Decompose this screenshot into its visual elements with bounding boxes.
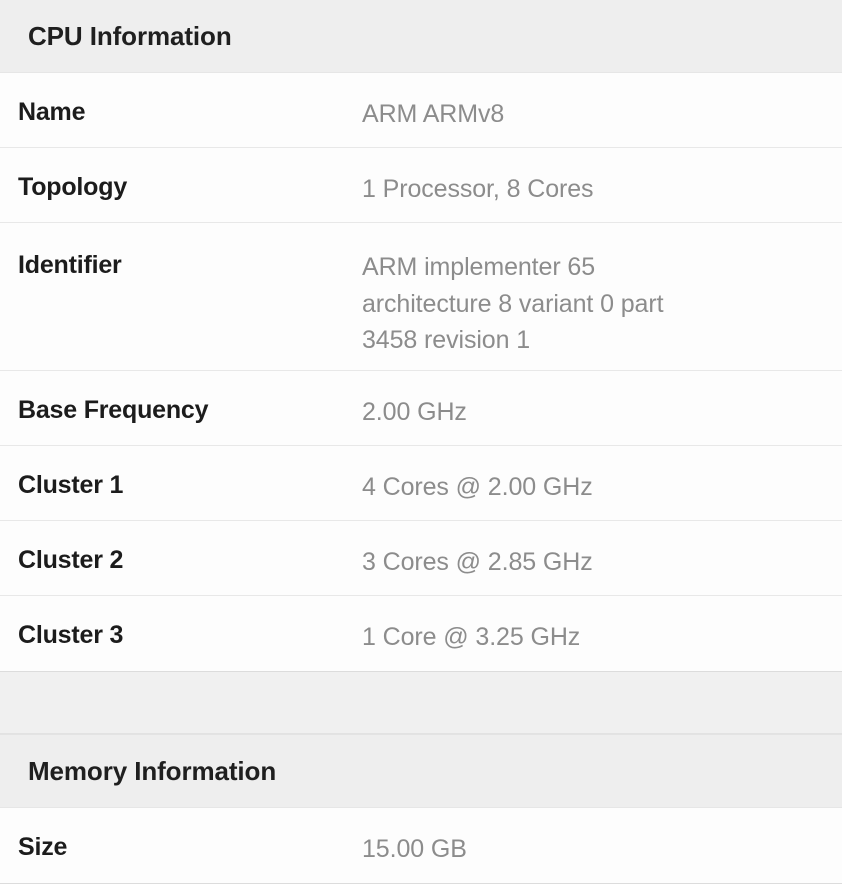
row-label: Cluster 1 [18, 446, 362, 501]
section-separator [0, 672, 842, 734]
row-value: 1 Processor, 8 Cores [362, 148, 830, 208]
row-value: ARM ARMv8 [362, 73, 830, 133]
row-label: Cluster 2 [18, 521, 362, 576]
row-label: Cluster 3 [18, 596, 362, 651]
row-label: Identifier [18, 223, 362, 281]
row-value: 15.00 GB [362, 808, 830, 868]
table-row: Identifier ARM implementer 65 architectu… [0, 223, 842, 371]
table-row: Size 15.00 GB [0, 808, 842, 883]
row-value: ARM implementer 65 architecture 8 varian… [362, 223, 830, 359]
section-title: Memory Information [28, 758, 276, 784]
section-rows-memory-information: Size 15.00 GB [0, 808, 842, 883]
section-rows-cpu-information: Name ARM ARMv8 Topology 1 Processor, 8 C… [0, 73, 842, 671]
section-title: CPU Information [28, 23, 232, 49]
system-information-page: CPU Information Name ARM ARMv8 Topology … [0, 0, 842, 870]
table-row: Base Frequency 2.00 GHz [0, 371, 842, 446]
table-row: Cluster 2 3 Cores @ 2.85 GHz [0, 521, 842, 596]
row-value: 1 Core @ 3.25 GHz [362, 596, 830, 656]
row-value: 4 Cores @ 2.00 GHz [362, 446, 830, 506]
table-row: Cluster 1 4 Cores @ 2.00 GHz [0, 446, 842, 521]
table-row: Topology 1 Processor, 8 Cores [0, 148, 842, 223]
section-memory-information: Memory Information Size 15.00 GB [0, 734, 842, 884]
section-cpu-information: CPU Information Name ARM ARMv8 Topology … [0, 0, 842, 672]
section-header-memory-information: Memory Information [0, 735, 842, 808]
row-label: Base Frequency [18, 371, 362, 426]
table-row: Name ARM ARMv8 [0, 73, 842, 148]
row-label: Name [18, 73, 362, 128]
section-header-cpu-information: CPU Information [0, 0, 842, 73]
row-value: 3 Cores @ 2.85 GHz [362, 521, 830, 581]
row-value: 2.00 GHz [362, 371, 830, 431]
row-label: Topology [18, 148, 362, 203]
table-row: Cluster 3 1 Core @ 3.25 GHz [0, 596, 842, 671]
row-label: Size [18, 808, 362, 863]
